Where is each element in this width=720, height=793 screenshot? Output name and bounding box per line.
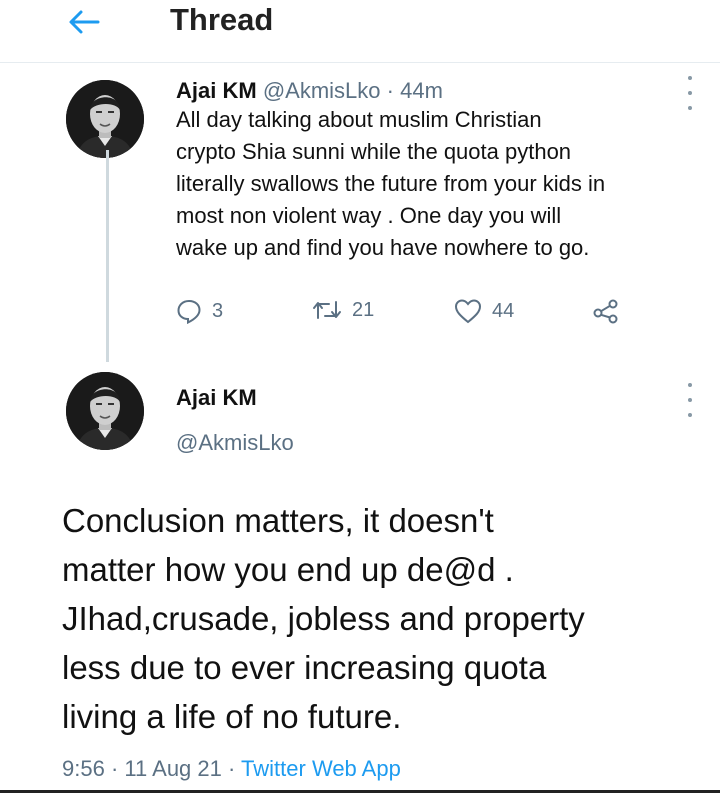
meta-separator: · xyxy=(110,756,119,781)
author-handle[interactable]: @AkmisLko xyxy=(263,78,381,103)
tweet-text-line: less due to ever increasing quota xyxy=(62,649,547,686)
reply-icon xyxy=(177,299,201,324)
thread-connector-line xyxy=(106,150,109,362)
time-separator: · xyxy=(386,78,394,103)
retweet-icon xyxy=(313,301,341,319)
tweet-text-line: matter how you end up de@d . xyxy=(62,551,514,588)
page-title: Thread xyxy=(170,2,274,37)
back-button[interactable] xyxy=(64,4,104,40)
avatar[interactable] xyxy=(66,80,144,158)
tweet2-meta: 9:56 · 11 Aug 21 · Twitter Web App xyxy=(62,756,401,782)
more-icon xyxy=(688,76,692,80)
like-icon xyxy=(454,299,482,324)
tweet-text-line: wake up and find you have nowhere to go. xyxy=(176,235,590,260)
reply-button[interactable]: 3 xyxy=(176,298,223,324)
meta-separator: · xyxy=(228,756,236,781)
tweet-text-line: most non violent way . One day you will xyxy=(176,203,562,228)
reply-count: 3 xyxy=(212,299,224,322)
tweet2-text: Conclusion matters, it doesn't matter ho… xyxy=(62,496,712,741)
tweet-source-link[interactable]: Twitter Web App xyxy=(241,756,401,781)
tweet1-actions: 3 21 44 xyxy=(176,298,636,332)
author-name[interactable]: Ajai KM xyxy=(176,385,257,411)
retweet-button[interactable]: 21 xyxy=(312,298,374,322)
tweet1-text: All day talking about muslim Christian c… xyxy=(176,104,706,264)
tweet-text-line: JIhad,crusade, jobless and property xyxy=(62,600,585,637)
more-icon xyxy=(688,383,692,387)
tweet-text-line: Conclusion matters, it doesn't xyxy=(62,502,494,539)
back-arrow-icon xyxy=(69,10,100,34)
avatar[interactable] xyxy=(66,372,144,450)
share-icon xyxy=(593,299,618,324)
tweet-date[interactable]: 11 Aug 21 xyxy=(124,756,221,781)
more-button[interactable] xyxy=(680,383,700,417)
like-count: 44 xyxy=(492,299,515,322)
tweet-text-line: crypto Shia sunni while the quota python xyxy=(176,139,572,164)
thread-header: Thread xyxy=(0,0,720,63)
tweet-text-line: literally swallows the future from your … xyxy=(176,171,606,196)
tweet-text-line: living a life of no future. xyxy=(62,698,402,735)
retweet-count: 21 xyxy=(352,298,375,321)
tweet1-header: Ajai KM @AkmisLko · 44m xyxy=(176,78,443,104)
share-button[interactable] xyxy=(592,298,620,324)
like-button[interactable]: 44 xyxy=(454,298,514,324)
tweet-time[interactable]: 44m xyxy=(400,78,443,103)
author-name[interactable]: Ajai KM xyxy=(176,78,257,103)
tweet-time[interactable]: 9:56 xyxy=(62,756,105,781)
tweet-text-line: All day talking about muslim Christian xyxy=(176,107,542,132)
author-handle[interactable]: @AkmisLko xyxy=(176,430,294,456)
